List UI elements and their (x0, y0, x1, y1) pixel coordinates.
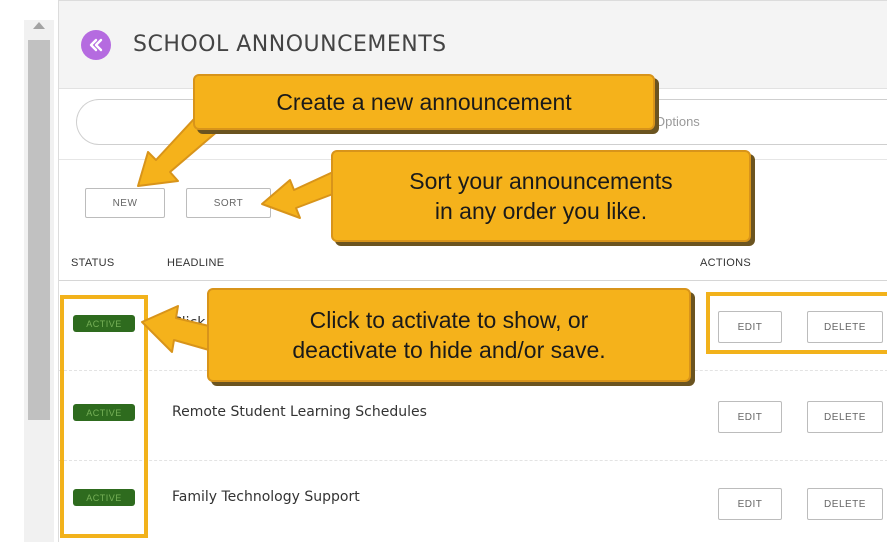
callout-activate-text: Click to activate to show, or deactivate… (292, 305, 605, 365)
actions-highlight-box (706, 292, 887, 354)
edit-button[interactable]: EDIT (718, 488, 782, 520)
row-headline[interactable]: Click (172, 315, 205, 331)
column-header-status: STATUS (71, 257, 115, 269)
scroll-up-arrow-icon[interactable] (33, 22, 45, 29)
status-highlight-box (60, 295, 148, 538)
callout-create: Create a new announcement (193, 74, 655, 130)
callout-activate-line2: deactivate to hide and/or save. (292, 337, 606, 363)
callout-create-text: Create a new announcement (276, 89, 572, 115)
callout-sort-line2: in any order you like. (434, 198, 648, 224)
options-label: Options (655, 114, 700, 129)
callout-activate: Click to activate to show, or deactivate… (207, 288, 691, 382)
edit-button[interactable]: EDIT (718, 401, 782, 433)
column-header-actions: ACTIONS (700, 257, 751, 269)
scrollbar-thumb[interactable] (28, 40, 50, 420)
row-headline[interactable]: Family Technology Support (172, 489, 360, 505)
column-header-headline: HEADLINE (167, 257, 225, 269)
callout-sort: Sort your announcements in any order you… (331, 150, 751, 242)
chevron-double-left-icon (89, 38, 103, 52)
sort-button[interactable]: SORT (186, 188, 271, 218)
back-button[interactable] (81, 30, 111, 60)
callout-sort-text: Sort your announcements in any order you… (409, 166, 672, 226)
callout-activate-line1: Click to activate to show, or (309, 307, 589, 333)
page-title: SCHOOL ANNOUNCEMENTS (133, 32, 447, 57)
delete-button[interactable]: DELETE (807, 401, 883, 433)
row-divider (59, 460, 887, 461)
header-divider (59, 280, 887, 281)
callout-sort-line1: Sort your announcements (409, 168, 673, 194)
delete-button[interactable]: DELETE (807, 488, 883, 520)
new-button[interactable]: NEW (85, 188, 165, 218)
row-headline[interactable]: Remote Student Learning Schedules (172, 404, 427, 420)
